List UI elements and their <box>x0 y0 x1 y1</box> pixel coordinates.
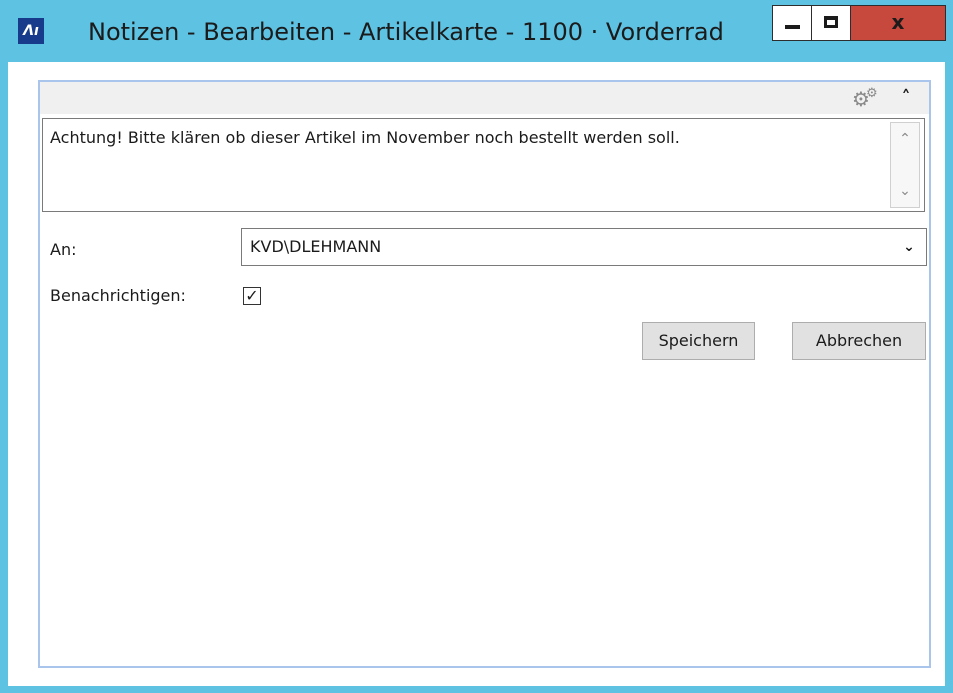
panel-header: ⚙ ⚙ ˄ <box>40 82 929 114</box>
scroll-down-icon[interactable]: ⌄ <box>891 177 919 205</box>
notify-checkbox[interactable]: ✓ <box>243 286 261 305</box>
dialog-window: Ʌı Notizen - Bearbeiten - Artikelkarte -… <box>0 0 953 693</box>
app-logo-icon[interactable]: Ʌı <box>18 18 44 44</box>
close-button[interactable]: x <box>850 5 946 41</box>
notify-label: Benachrichtigen: <box>50 286 186 305</box>
note-scrollbar[interactable]: ⌃ ⌄ <box>890 122 920 208</box>
app-logo-mark: Ʌı <box>18 18 44 44</box>
maximize-icon <box>824 16 838 28</box>
recipient-dropdown[interactable]: KVD\DLEHMANN ⌄ <box>241 228 927 266</box>
maximize-button[interactable] <box>811 5 851 41</box>
close-icon: x <box>891 10 905 34</box>
window-title: Notizen - Bearbeiten - Artikelkarte - 11… <box>88 18 724 46</box>
minimize-button[interactable] <box>772 5 812 41</box>
minimize-icon <box>785 25 800 29</box>
save-button[interactable]: Speichern <box>642 322 755 360</box>
recipient-value: KVD\DLEHMANN <box>250 237 382 256</box>
settings-icon[interactable]: ⚙ ⚙ <box>852 86 878 110</box>
note-panel: ⚙ ⚙ ˄ Achtung! Bitte klären ob dieser Art… <box>38 80 931 668</box>
note-textarea[interactable]: Achtung! Bitte klären ob dieser Artikel … <box>42 118 925 212</box>
settings-small-gear-icon: ⚙ <box>866 86 878 101</box>
chevron-down-icon[interactable]: ⌄ <box>898 236 920 258</box>
scroll-up-icon[interactable]: ⌃ <box>891 125 919 153</box>
window-client-area: ⚙ ⚙ ˄ Achtung! Bitte klären ob dieser Art… <box>8 62 945 686</box>
collapse-icon[interactable]: ˄ <box>896 86 916 110</box>
note-text: Achtung! Bitte klären ob dieser Artikel … <box>50 128 680 147</box>
title-bar[interactable]: Ʌı Notizen - Bearbeiten - Artikelkarte -… <box>0 0 953 62</box>
checkmark-icon: ✓ <box>245 286 259 305</box>
cancel-button[interactable]: Abbrechen <box>792 322 926 360</box>
to-label: An: <box>50 240 77 259</box>
